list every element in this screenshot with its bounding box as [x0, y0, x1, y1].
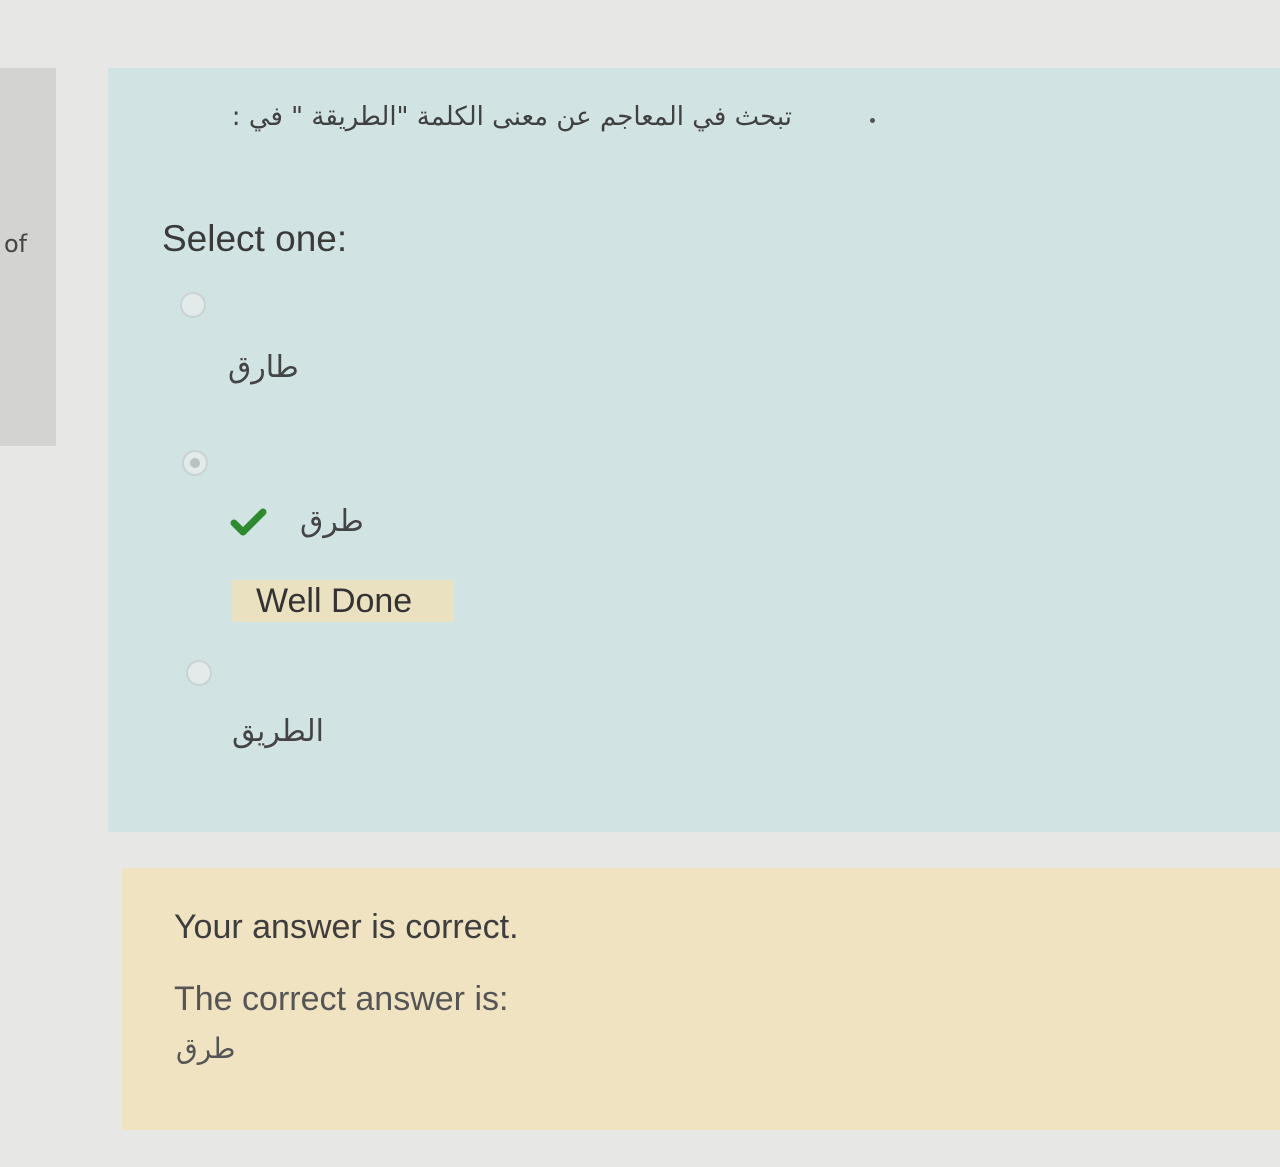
feedback-badge: Well Done	[232, 580, 454, 622]
quiz-info-panel: of	[0, 68, 56, 446]
result-status: Your answer is correct.	[174, 908, 519, 946]
correct-answer-value: طرق	[176, 1032, 236, 1065]
quiz-info-text: of	[4, 230, 28, 258]
question-text: تبحث في المعاجم عن معنى الكلمة "الطريقة …	[231, 102, 792, 132]
select-one-prompt: Select one:	[162, 218, 348, 259]
check-icon	[230, 508, 267, 536]
option-1-label[interactable]: طارق	[228, 350, 299, 385]
result-panel: Your answer is correct. The correct answ…	[122, 868, 1280, 1130]
option-1-radio[interactable]	[180, 292, 206, 318]
correct-answer-label: The correct answer is:	[174, 980, 509, 1018]
option-3-radio[interactable]	[186, 660, 212, 686]
option-3-label[interactable]: الطريق	[232, 714, 324, 749]
option-2-radio[interactable]	[182, 450, 208, 476]
option-2-label[interactable]: طرق	[300, 504, 364, 539]
question-panel: تبحث في المعاجم عن معنى الكلمة "الطريقة …	[108, 68, 1280, 832]
question-bullet	[870, 118, 875, 123]
